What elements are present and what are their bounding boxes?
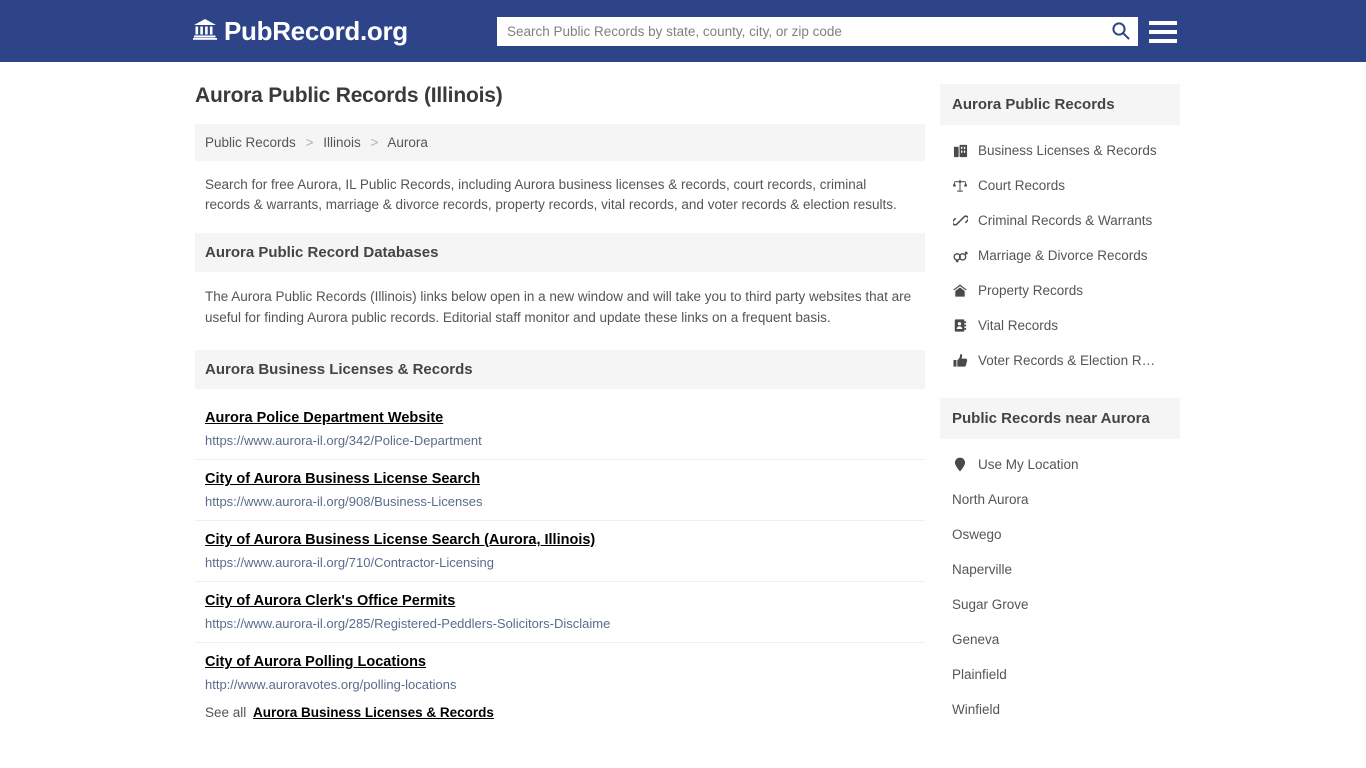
list-item: Aurora Police Department Website https:/… [195,399,925,460]
nearby-city-label: Sugar Grove [952,597,1029,612]
breadcrumb-separator-icon: > [370,135,379,150]
search-bar [497,17,1138,46]
nearby-city-winfield[interactable]: Winfield [940,692,1180,727]
nearby-city-sugar-grove[interactable]: Sugar Grove [940,587,1180,622]
hamburger-bar [1149,29,1177,34]
use-my-location-label: Use My Location [978,457,1079,472]
result-link-title[interactable]: City of Aurora Business License Search (… [205,532,595,548]
search-button[interactable] [1102,17,1138,46]
sidebar-item-label: Vital Records [978,318,1059,333]
nearby-city-label: North Aurora [952,492,1029,507]
list-item: City of Aurora Business License Search (… [195,521,925,582]
result-link-url[interactable]: https://www.aurora-il.org/342/Police-Dep… [205,433,915,448]
sidebar-item-criminal-records[interactable]: Criminal Records & Warrants [940,203,1180,238]
main-content: Aurora Public Records (Illinois) Public … [195,84,925,730]
scales-of-justice-icon [952,178,968,193]
nearby-city-label: Geneva [952,632,1000,647]
nearby-city-north-aurora[interactable]: North Aurora [940,482,1180,517]
use-my-location-button[interactable]: Use My Location [940,447,1180,482]
sidebar-item-label: Marriage & Divorce Records [978,248,1148,263]
gender-symbols-icon [952,248,968,263]
site-logo-text: PubRecord.org [224,15,408,46]
home-icon [952,283,968,298]
nearby-city-label: Naperville [952,562,1013,577]
sidebar-nearby-list: Use My Location North Aurora Oswego Nape… [940,439,1180,727]
databases-description: The Aurora Public Records (Illinois) lin… [205,289,912,325]
hamburger-bar [1149,38,1177,43]
page-title: Aurora Public Records (Illinois) [195,84,503,107]
result-link-url[interactable]: https://www.aurora-il.org/710/Contractor… [205,555,915,570]
list-item: City of Aurora Polling Locations http://… [195,643,925,703]
handcuffs-icon [952,213,968,228]
see-all-link[interactable]: Aurora Business Licenses & Records [253,705,494,720]
nearby-city-geneva[interactable]: Geneva [940,622,1180,657]
hamburger-menu-icon[interactable] [1149,17,1177,46]
breadcrumb-item-public-records[interactable]: Public Records [205,135,296,150]
site-header: PubRecord.org [0,0,1366,62]
sidebar-item-business-licenses[interactable]: Business Licenses & Records [940,133,1180,168]
breadcrumb-item-illinois[interactable]: Illinois [323,135,361,150]
sidebar: Aurora Public Records Business Licenses … [940,84,1180,730]
briefcase-icon [952,143,968,158]
sidebar-heading-nearby: Public Records near Aurora [940,398,1180,439]
nearby-city-label: Oswego [952,527,1002,542]
sidebar-item-voter-records[interactable]: Voter Records & Election R… [940,343,1180,378]
sidebar-item-vital-records[interactable]: Vital Records [940,308,1180,343]
address-book-icon [952,318,968,333]
business-links-list: Aurora Police Department Website https:/… [195,399,925,703]
see-all-row: See all Aurora Business Licenses & Recor… [195,703,925,730]
sidebar-item-court-records[interactable]: Court Records [940,168,1180,203]
breadcrumb: Public Records > Illinois > Aurora [195,124,925,161]
bank-building-icon [193,18,217,45]
result-link-url[interactable]: https://www.aurora-il.org/908/Business-L… [205,494,915,509]
sidebar-item-label: Business Licenses & Records [978,143,1157,158]
search-icon [1111,21,1130,43]
see-all-prefix: See all [205,705,247,720]
breadcrumb-item-aurora[interactable]: Aurora [387,135,428,150]
result-link-title[interactable]: Aurora Police Department Website [205,410,443,426]
nearby-city-naperville[interactable]: Naperville [940,552,1180,587]
site-logo[interactable]: PubRecord.org [193,16,408,47]
sidebar-item-label: Criminal Records & Warrants [978,213,1153,228]
result-link-url[interactable]: http://www.auroravotes.org/polling-locat… [205,677,915,692]
hamburger-bar [1149,20,1177,25]
sidebar-heading-records: Aurora Public Records [940,84,1180,125]
breadcrumb-separator-icon: > [305,135,314,150]
nearby-city-plainfield[interactable]: Plainfield [940,657,1180,692]
nearby-city-label: Winfield [952,702,1001,717]
sidebar-item-property-records[interactable]: Property Records [940,273,1180,308]
result-link-title[interactable]: City of Aurora Clerk's Office Permits [205,593,455,609]
list-item: City of Aurora Clerk's Office Permits ht… [195,582,925,643]
nearby-city-label: Plainfield [952,667,1007,682]
intro-text: Search for free Aurora, IL Public Record… [205,177,897,212]
result-link-title[interactable]: City of Aurora Business License Search [205,471,480,487]
sidebar-item-label: Voter Records & Election R… [978,353,1156,368]
sidebar-item-label: Property Records [978,283,1084,298]
page-body: Aurora Public Records (Illinois) Public … [0,62,1366,730]
sidebar-item-marriage-divorce[interactable]: Marriage & Divorce Records [940,238,1180,273]
sidebar-item-label: Court Records [978,178,1066,193]
search-input[interactable] [497,17,1102,46]
section-heading-business-licenses: Aurora Business Licenses & Records [195,350,925,389]
nearby-city-oswego[interactable]: Oswego [940,517,1180,552]
sidebar-records-list: Business Licenses & Records Court Record… [940,125,1180,378]
section-heading-databases: Aurora Public Record Databases [195,233,925,272]
thumbs-up-icon [952,353,968,368]
list-item: City of Aurora Business License Search h… [195,460,925,521]
result-link-title[interactable]: City of Aurora Polling Locations [205,654,426,670]
map-pin-icon [952,457,968,472]
result-link-url[interactable]: https://www.aurora-il.org/285/Registered… [205,616,915,631]
